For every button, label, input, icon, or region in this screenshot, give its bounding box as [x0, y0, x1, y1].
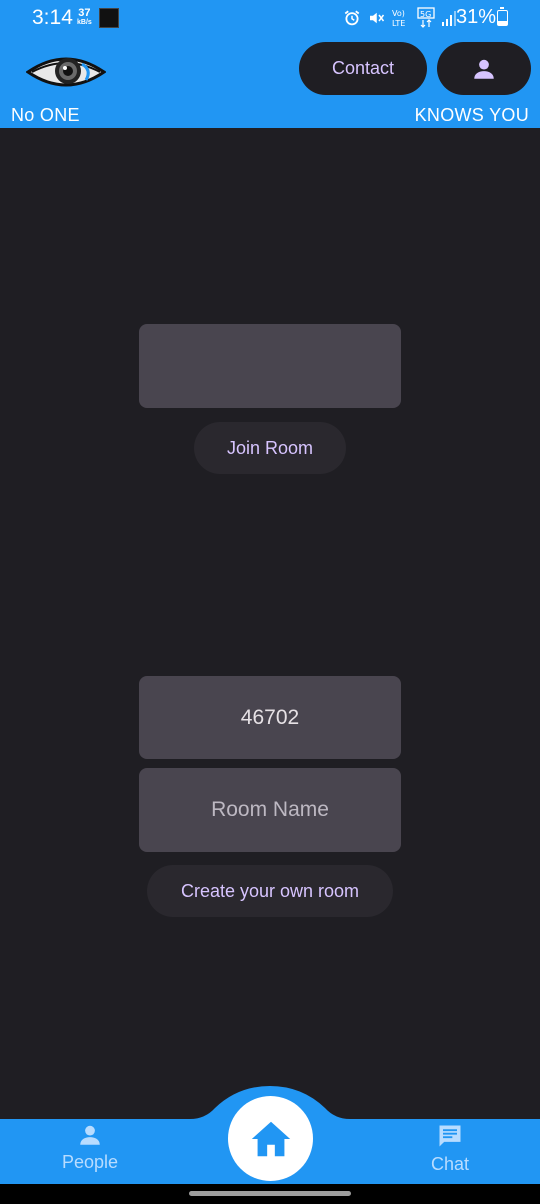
nav-chat-label: Chat: [430, 1154, 470, 1174]
status-bar: 3:14 37 kB/s Vo) LTE 5G 31%: [0, 0, 540, 36]
nav-people[interactable]: People: [40, 1122, 140, 1178]
system-navigation-bar: [0, 1184, 540, 1204]
person-icon: [80, 1125, 100, 1145]
nav-people-label: People: [61, 1152, 119, 1172]
tagline-right: KNOWS YOU: [414, 105, 529, 125]
battery-percent: 31%: [456, 6, 497, 28]
svg-text:Vo): Vo): [392, 9, 405, 18]
volte-icon: Vo) LTE: [392, 9, 405, 28]
5g-icon: 5G: [417, 7, 435, 28]
status-icons: Vo) LTE 5G: [343, 6, 457, 30]
network-speed-unit: kB/s: [77, 19, 92, 26]
status-time: 3:14: [32, 6, 73, 29]
room-code-input[interactable]: [139, 324, 401, 408]
battery-icon: [497, 7, 508, 26]
nav-chat[interactable]: Chat: [400, 1122, 500, 1178]
app-header: 3:14 37 kB/s Vo) LTE 5G 31% Contact No O…: [0, 0, 540, 128]
svg-text:LTE: LTE: [392, 19, 405, 28]
notification-app-icon: [99, 8, 119, 28]
network-speed: 37 kB/s: [77, 8, 92, 28]
profile-button[interactable]: [437, 42, 531, 95]
signal-icon: [442, 11, 456, 26]
create-room-button[interactable]: Create your own room: [147, 865, 393, 917]
tagline-left: No ONE: [11, 105, 80, 125]
eye-logo: [26, 57, 106, 87]
contact-button[interactable]: Contact: [299, 42, 427, 95]
bottom-navigation: People Chat: [0, 1086, 540, 1184]
mute-icon: [370, 12, 385, 24]
join-room-button[interactable]: Join Room: [194, 422, 346, 474]
svg-text:5G: 5G: [420, 10, 431, 19]
room-id-field[interactable]: [139, 676, 401, 759]
room-name-input[interactable]: [139, 768, 401, 852]
chat-icon: [439, 1125, 461, 1147]
person-icon: [474, 59, 494, 79]
nav-home-button[interactable]: [228, 1096, 313, 1181]
gesture-handle[interactable]: [189, 1191, 351, 1196]
home-icon: [251, 1121, 290, 1156]
alarm-icon: [344, 10, 360, 26]
